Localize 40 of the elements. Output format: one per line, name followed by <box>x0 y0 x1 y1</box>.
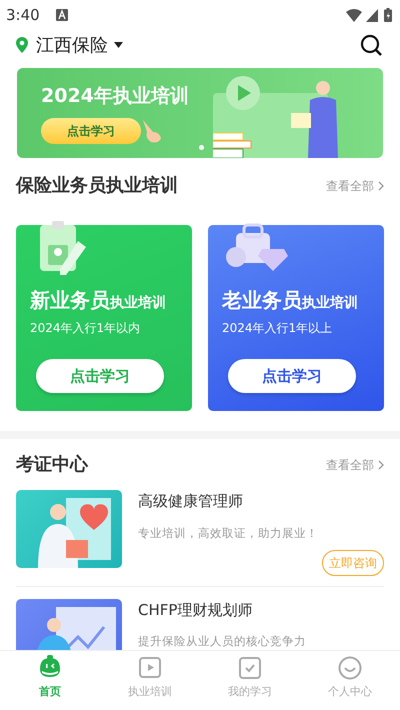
study-button[interactable]: 点击学习 <box>36 359 164 393</box>
tab-bar-item[interactable]: 执业培训 <box>110 651 190 710</box>
signal-icon <box>366 8 378 22</box>
course-description: 专业培训，高效取证，助力展业！ <box>138 524 319 542</box>
battery-icon <box>384 8 392 22</box>
card-title: 新业务员 <box>30 287 110 314</box>
chevron-right-icon <box>378 180 384 190</box>
course-description: 提升保险从业人员的核心竞争力 <box>138 633 307 650</box>
status-time: 3:40 <box>6 4 40 26</box>
search-icon[interactable] <box>360 34 382 56</box>
location-label: 江西保险 <box>36 34 108 58</box>
smiley-face-icon <box>337 655 363 680</box>
smiley-bun-icon <box>37 655 63 680</box>
section-title: 保险业务员执业培训 <box>16 174 178 198</box>
study-button[interactable]: 点击学习 <box>41 118 141 144</box>
consult-button[interactable]: 立即咨询 <box>322 550 384 576</box>
video-book-icon <box>137 655 163 680</box>
chevron-right-icon <box>378 460 384 470</box>
card-subtitle: 2024年入行1年以上 <box>222 320 334 337</box>
tab-bar-item[interactable]: 首页 <box>10 651 90 710</box>
study-button[interactable]: 点击学习 <box>228 359 356 393</box>
promo-banner[interactable]: 2024年执业培训 点击学习 <box>17 68 383 158</box>
wifi-icon <box>346 8 362 22</box>
checkbox-icon <box>237 655 263 680</box>
banner-title: 2024年执业培训 <box>41 84 189 109</box>
tab-bar-item[interactable]: 我的学习 <box>210 651 290 710</box>
card-title-suffix: 执业培训 <box>302 294 358 313</box>
caret-down-icon[interactable] <box>114 42 123 48</box>
tab-bar-item[interactable]: 个人中心 <box>310 651 390 710</box>
view-all-link[interactable]: 查看全部 <box>326 456 384 474</box>
section-title: 考证中心 <box>16 453 88 477</box>
course-title: 高级健康管理师 <box>138 491 244 512</box>
location-pin-icon <box>16 37 28 53</box>
card-title: 老业务员 <box>222 287 302 314</box>
card-subtitle: 2024年入行1年以内 <box>30 320 142 337</box>
carousel-dot <box>199 145 204 150</box>
view-all-link[interactable]: 查看全部 <box>326 176 384 194</box>
card-title-suffix: 执业培训 <box>110 294 166 313</box>
notification-icon <box>56 9 68 21</box>
course-title: CHFP理财规划师 <box>138 600 254 621</box>
